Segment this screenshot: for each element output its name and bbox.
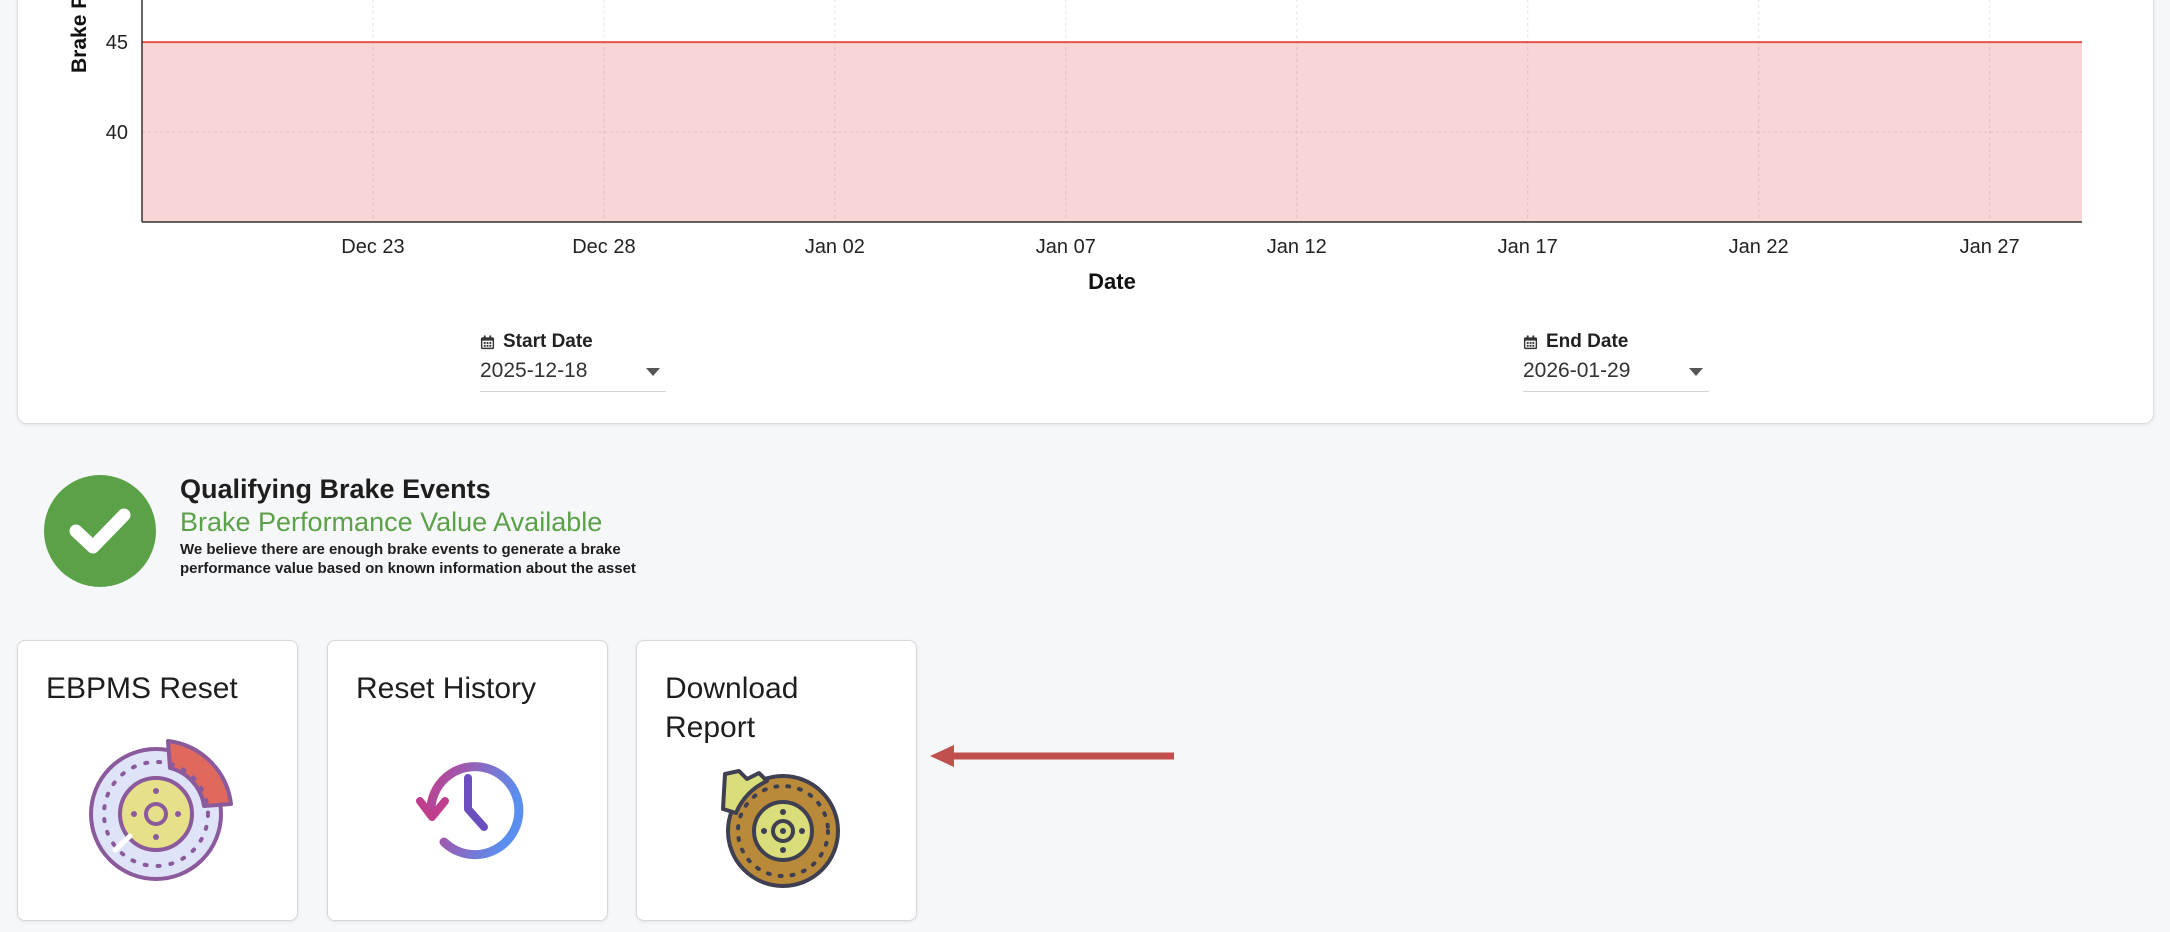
calendar-icon: [480, 334, 495, 350]
brake-caliper-icon: [89, 739, 233, 881]
chart-card: 40 45 Dec 23 Dec 28 Jan 02 Jan 07 Jan 12 Jan 17…: [17, 0, 2154, 424]
left-arrow-icon: [930, 745, 1174, 767]
reset-history-tile[interactable]: Reset History: [327, 640, 608, 921]
y-tick-label: 45: [106, 32, 128, 54]
history-clock-icon: [416, 762, 524, 860]
status-description: We believe there are enough brake events…: [180, 541, 636, 578]
start-date-picker[interactable]: Start Date 2025-12-18: [480, 331, 666, 392]
x-tick-label: Jan 07: [1036, 236, 1096, 258]
x-tick-label: Jan 27: [1960, 236, 2020, 258]
download-report-tile[interactable]: Download Report: [636, 640, 917, 921]
start-date-field[interactable]: 2025-12-18: [480, 359, 666, 392]
x-tick-label: Jan 12: [1267, 236, 1327, 258]
end-date-value: 2026-01-29: [1523, 359, 1631, 382]
chevron-down-icon[interactable]: [1689, 368, 1703, 376]
end-date-label: End Date: [1546, 331, 1629, 352]
start-date-value: 2025-12-18: [480, 359, 588, 382]
x-axis-title: Date: [1088, 269, 1136, 294]
brake-disc-report-icon: [721, 769, 840, 888]
y-axis-title: Brake P: [68, 0, 91, 73]
checkmark-icon: [69, 508, 131, 554]
status-title: Qualifying Brake Events: [180, 474, 491, 504]
end-date-field[interactable]: 2026-01-29: [1523, 359, 1709, 392]
ebpms-reset-tile[interactable]: EBPMS Reset: [17, 640, 298, 921]
x-tick-label: Jan 17: [1498, 236, 1558, 258]
x-tick-label: Jan 22: [1729, 236, 1789, 258]
start-date-label: Start Date: [503, 331, 593, 352]
x-tick-label: Jan 02: [805, 236, 865, 258]
status-badge: [44, 475, 156, 587]
brake-performance-chart: 40 45 Dec 23 Dec 28 Jan 02 Jan 07 Jan 12 Jan 17…: [68, 0, 2082, 294]
x-tick-label: Dec 23: [341, 236, 404, 258]
chevron-down-icon[interactable]: [646, 368, 660, 376]
x-tick-label: Dec 28: [572, 236, 635, 258]
y-tick-label: 40: [106, 122, 128, 144]
calendar-icon: [1523, 334, 1538, 350]
end-date-picker[interactable]: End Date 2026-01-29: [1523, 331, 1709, 392]
status-subtitle: Brake Performance Value Available: [180, 506, 603, 537]
